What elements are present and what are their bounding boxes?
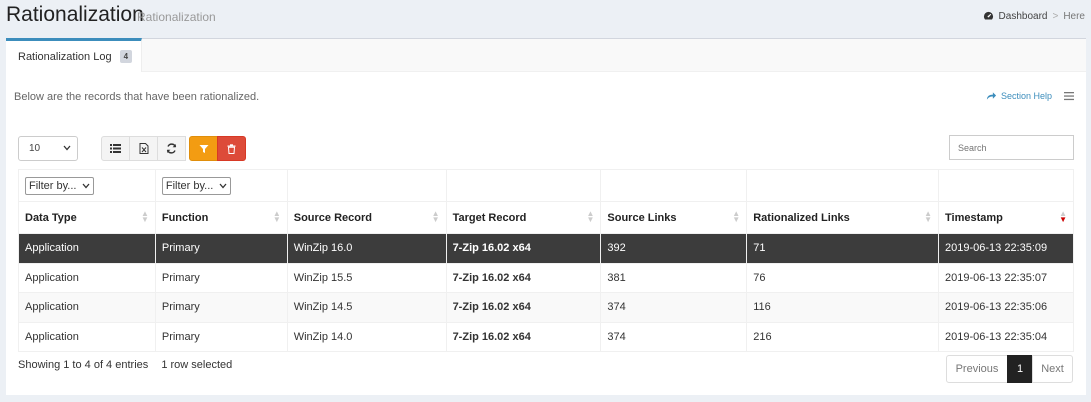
breadcrumb: Dashboard > Here <box>983 11 1085 22</box>
sort-icon: ▲ ▼ <box>431 209 440 224</box>
table-row[interactable]: Application Primary WinZip 14.5 7-Zip 16.02… <box>18 292 1074 323</box>
search-input[interactable] <box>949 135 1074 160</box>
refresh-button[interactable] <box>157 136 186 161</box>
pagination: Previous 1 Next <box>946 355 1073 383</box>
table-row[interactable]: Application Primary WinZip 14.0 7-Zip 16.02… <box>18 321 1074 352</box>
table-row[interactable]: Application Primary WinZip 16.0 7-Zip 16.02… <box>18 233 1074 264</box>
chevron-down-icon <box>219 183 227 188</box>
column-header-source-links[interactable]: Source Links ▲ ▼ <box>600 201 748 234</box>
filter-row: Filter by... Filter by... <box>18 169 1074 202</box>
selection-info: 1 row selected <box>161 359 233 371</box>
breadcrumb-dashboard-link[interactable]: Dashboard <box>999 11 1048 22</box>
table-row[interactable]: Application Primary WinZip 15.5 7-Zip 16.02… <box>18 262 1074 293</box>
table-toolbar <box>101 136 246 161</box>
data-type-filter-select[interactable]: Filter by... <box>25 176 94 195</box>
chevron-down-icon <box>82 183 90 188</box>
page-subtitle: Rationalization <box>137 10 216 24</box>
column-header-source-record[interactable]: Source Record ▲ ▼ <box>286 201 447 234</box>
page-header: Rationalization Rationalization Dashboar… <box>0 0 1091 34</box>
tab-rationalization-log[interactable]: Rationalization Log 4 <box>6 38 142 72</box>
function-filter-select[interactable]: Filter by... <box>161 176 231 195</box>
sort-icon: ▲ ▼ <box>732 209 741 224</box>
column-header-timestamp[interactable]: Timestamp ▲ ▼ <box>938 201 1074 234</box>
section-description: Below are the records that have been rat… <box>14 91 260 103</box>
sort-icon: ▲ ▼ <box>272 209 281 224</box>
filter-icon <box>199 144 208 153</box>
tabs-bar: Rationalization Log 4 <box>6 38 1086 72</box>
menu-icon[interactable] <box>1064 91 1074 101</box>
tab-label: Rationalization Log <box>18 50 112 63</box>
breadcrumb-current: Here <box>1063 11 1085 22</box>
page-title: Rationalization <box>6 3 144 26</box>
pagination-page-1[interactable]: 1 <box>1007 355 1033 383</box>
sort-icon: ▲ ▼ <box>586 209 595 224</box>
content-box: Rationalization Log 4 Below are the reco… <box>6 38 1086 395</box>
sort-icon: ▲ ▼ <box>924 209 932 224</box>
column-header-target-record[interactable]: Target Record ▲ ▼ <box>445 201 602 234</box>
share-icon <box>986 92 997 100</box>
tab-count-badge: 4 <box>119 50 133 63</box>
column-visibility-button[interactable] <box>101 136 130 161</box>
column-header-rationalized-links[interactable]: Rationalized Links ▲ ▼ <box>746 201 939 234</box>
chevron-down-icon <box>63 145 71 151</box>
export-excel-button[interactable] <box>129 136 158 161</box>
page-length-select[interactable]: 10 <box>18 136 78 161</box>
column-header-data-type[interactable]: Data Type ▲ ▼ <box>18 201 156 234</box>
pagination-previous[interactable]: Previous <box>946 355 1008 383</box>
rationalization-table: Filter by... Filter by... Data Type ▲ ▼ Fu… <box>18 169 1074 352</box>
pagination-next[interactable]: Next <box>1032 355 1073 383</box>
excel-file-icon <box>139 143 148 154</box>
section-help-link[interactable]: Section Help <box>986 91 1052 101</box>
page-length-value: 10 <box>29 143 41 154</box>
column-header-function[interactable]: Function ▲ ▼ <box>154 201 288 234</box>
table-info: Showing 1 to 4 of 4 entries 1 row select… <box>18 359 232 371</box>
refresh-icon <box>166 143 177 154</box>
dashboard-icon <box>983 11 993 20</box>
list-icon <box>110 144 121 153</box>
table-header-row: Data Type ▲ ▼ Function ▲ ▼ Source Record ▲ ▼ T… <box>18 201 1074 234</box>
sort-icon: ▲ ▼ <box>140 209 149 224</box>
trash-icon <box>227 143 236 154</box>
breadcrumb-separator: > <box>1052 11 1059 22</box>
section-help-label: Section Help <box>1000 91 1052 101</box>
entries-info: Showing 1 to 4 of 4 entries <box>18 359 149 371</box>
sort-desc-icon: ▲ ▼ <box>1059 209 1067 224</box>
delete-button[interactable] <box>217 136 246 161</box>
filter-button[interactable] <box>189 136 218 161</box>
